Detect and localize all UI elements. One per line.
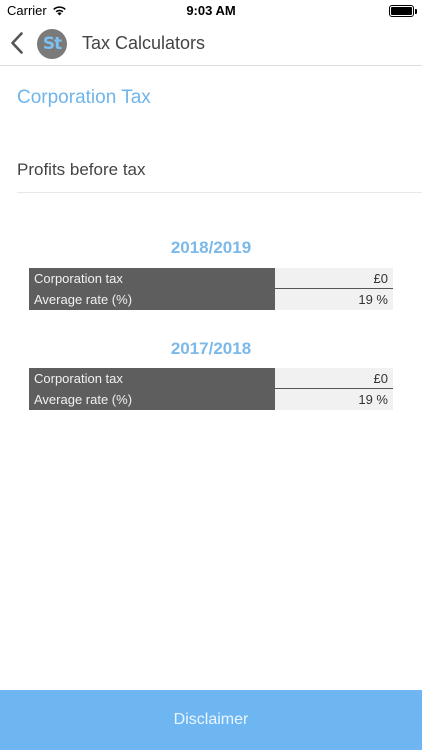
year-title: 2017/2018 (170, 339, 252, 358)
table-row: Average rate (%) 19 % (29, 289, 393, 310)
year-block-2017-2018: 2017/2018 (0, 339, 422, 359)
table-row: Average rate (%) 19 % (29, 389, 393, 410)
table-row: Corporation tax £0 (29, 268, 393, 289)
year-title: 2018/2019 (170, 238, 252, 257)
table-row: Corporation tax £0 (29, 368, 393, 389)
logo-text: St (42, 34, 62, 54)
results-table: Corporation tax £0 Average rate (%) 19 % (29, 368, 393, 410)
profits-input[interactable] (17, 148, 422, 192)
row-value: £0 (275, 368, 393, 389)
status-time: 9:03 AM (186, 3, 236, 18)
profits-input-row (17, 148, 422, 193)
navigation-bar: St Tax Calculators (0, 22, 422, 66)
results-table: Corporation tax £0 Average rate (%) 19 % (29, 268, 393, 310)
row-label: Corporation tax (29, 268, 275, 289)
status-bar: Carrier 9:03 AM (0, 0, 422, 22)
disclaimer-label: Disclaimer (173, 711, 249, 728)
app-logo: St (37, 29, 67, 59)
row-label: Average rate (%) (29, 289, 275, 310)
disclaimer-button[interactable]: Disclaimer (0, 690, 422, 750)
battery-icon (389, 5, 417, 17)
row-label: Corporation tax (29, 368, 275, 389)
row-value: £0 (275, 268, 393, 289)
page-title: Tax Calculators (82, 33, 206, 53)
section-title: Corporation Tax (17, 87, 151, 108)
back-button[interactable] (6, 28, 28, 58)
row-value: 19 % (275, 389, 393, 410)
year-block-2018-2019: 2018/2019 (0, 238, 422, 258)
chevron-left-icon (11, 32, 23, 54)
row-value: 19 % (275, 289, 393, 310)
row-label: Average rate (%) (29, 389, 275, 410)
